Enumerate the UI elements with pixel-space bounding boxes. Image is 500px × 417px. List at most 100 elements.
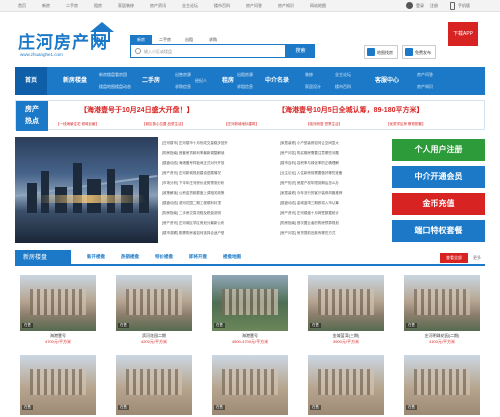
nav-sub[interactable]: 出售房源 [175, 72, 191, 78]
hot-headline[interactable]: 【海港壹号于10月24日盛大开盘！】 [80, 105, 194, 115]
top-link-wiki[interactable]: 楼市百科 [214, 3, 230, 9]
user-icon [406, 2, 413, 9]
news-item[interactable]: [楼盘动态] 海港壹号样板间正式对外开放 [162, 161, 277, 166]
news-item[interactable]: [房产问答] 房贷提前还款有哪些方式 [280, 231, 388, 236]
news-item[interactable]: [房产知识] 房屋产权年限到期后怎么办 [280, 181, 388, 186]
site-logo[interactable]: 庄河房产网 www.zhuanghe1.com [18, 22, 118, 62]
view-all-button[interactable]: 查看全部 [440, 253, 468, 263]
news-item[interactable]: [楼盘动态] 滨河花园二期工程顺利封顶 [162, 201, 277, 206]
window-pattern [30, 369, 86, 395]
mobile-link[interactable]: 手机版 [458, 3, 470, 9]
nav-sub[interactable]: 新房楼盘 [99, 72, 115, 78]
window-pattern [222, 369, 278, 395]
nav-second-hand[interactable]: 二手房 [133, 67, 169, 95]
listing-title[interactable]: 新房楼盘 [15, 250, 71, 266]
news-item[interactable]: [房产资讯] 庄河新城规划建设进展情况 [162, 171, 277, 176]
listing-tab[interactable]: 新开楼盘 [87, 254, 105, 260]
phone-icon [450, 2, 455, 10]
nav-sub[interactable]: 出租房源 [237, 72, 253, 78]
top-link-sitemap[interactable]: 网站地图 [310, 3, 326, 9]
news-item[interactable]: [楼市观察] 刚需购房者如何选择合适户型 [162, 231, 277, 236]
top-link-decor[interactable]: 家居装修 [118, 3, 134, 9]
listing-tab[interactable]: 特价楼盘 [155, 254, 173, 260]
top-link-home[interactable]: 首页 [18, 3, 26, 9]
top-link-knowledge[interactable]: 房产知识 [278, 3, 294, 9]
news-item[interactable]: [购房指南] 首套房贷款利率最新调整解读 [162, 151, 277, 156]
search-tab-new[interactable]: 新房 [130, 35, 152, 44]
news-item[interactable]: [房产问答] 购买期房需要注意哪些问题 [280, 151, 388, 156]
nav-sub[interactable]: 求租信息 [237, 84, 253, 90]
nav-sub[interactable]: 楼盘地图 [99, 84, 115, 90]
nav-sub[interactable]: 求购信息 [175, 84, 191, 90]
more-link[interactable]: 更多 [473, 255, 481, 261]
news-item[interactable]: [庄河楼市] 庄河楼市十月份成交量稳步回升 [162, 141, 277, 146]
news-item[interactable]: [购房指南] 首次置业者的购房预算规划 [280, 221, 388, 226]
listing-card[interactable]: 在售 [308, 355, 384, 415]
listing-tab[interactable]: 热销楼盘 [121, 254, 139, 260]
news-item[interactable]: [市场分析] 下半年庄河房价走势预测分析 [162, 181, 277, 186]
coin-recharge-button[interactable]: 金币充值 [392, 193, 485, 215]
listing-card[interactable]: 在售 [20, 355, 96, 415]
nav-sub[interactable]: 看房团 [115, 72, 127, 78]
login-link[interactable]: 登录 [416, 3, 424, 9]
nav-sub[interactable]: 房产问答 [417, 72, 433, 78]
nav-sub[interactable]: 楼盘动态 [115, 84, 131, 90]
banner-image[interactable] [15, 137, 158, 243]
news-item[interactable]: [家居装修] 小户型装修如何让空间显大 [280, 141, 388, 146]
news-item[interactable]: [楼盘动态] 金域蓝湾三期即将入市认筹 [280, 201, 388, 206]
map-search-button[interactable]: 地图找房 [364, 45, 398, 59]
listing-card[interactable]: 在售 [116, 355, 192, 415]
publish-button[interactable]: 免费发布 [402, 45, 436, 59]
top-link-forum[interactable]: 业主论坛 [182, 3, 198, 9]
listing-tab[interactable]: 即将开盘 [189, 254, 207, 260]
news-item[interactable]: [房产资讯] 庄河城区学区房划分最新公布 [162, 221, 277, 226]
nav-sub[interactable]: 装修 [305, 72, 313, 78]
listing-card[interactable]: 在售 庄河明珠花园(二期) 4100元/平方米 [404, 275, 480, 345]
agent-membership-button[interactable]: 中介开通会员 [392, 166, 485, 188]
search-icon [135, 48, 141, 54]
nav-sub[interactable]: 家居设计 [305, 84, 321, 90]
nav-new-homes[interactable]: 新房楼盘 [55, 67, 95, 95]
search-tab-rent[interactable]: 出租 [178, 35, 200, 44]
search-button[interactable]: 搜索 [286, 44, 315, 58]
listing-card[interactable]: 在售 海港壹号 4700元/平方米 [20, 275, 96, 345]
hot-sub-link[interactable]: 【城区核心位置 品质生活】 [142, 122, 185, 127]
listing-card[interactable]: 在售 [404, 355, 480, 415]
nav-home[interactable]: 首页 [15, 67, 47, 95]
app-download-badge[interactable]: 下载APP [448, 22, 478, 46]
nav-sub[interactable]: 业主论坛 [335, 72, 351, 78]
register-user-button[interactable]: 个人用户注册 [392, 139, 485, 161]
hot-sub-link[interactable]: 【庄河新城地标建筑】 [224, 122, 259, 127]
top-link-new[interactable]: 新房 [42, 3, 50, 9]
search-tab-buy[interactable]: 求购 [202, 35, 224, 44]
register-link[interactable]: 注册 [430, 3, 438, 9]
nav-agents[interactable]: 中介名录 [257, 67, 297, 95]
hot-sub-link[interactable]: 【一线海景住宅 倾城巨献】 [56, 122, 99, 127]
map-icon [367, 48, 375, 56]
search-input[interactable]: 输入小区或楼盘 [130, 44, 286, 58]
news-item[interactable]: [业主论坛] 入住新房前需要做好哪些准备 [280, 171, 388, 176]
news-item[interactable]: [政策解读] 公积金贷款额度上调相关政策 [162, 191, 277, 196]
listing-card[interactable]: 在售 [212, 355, 288, 415]
hot-headline[interactable]: 【海港壹号10月5日全城认筹，89-180平方米】 [278, 105, 423, 115]
nav-sub[interactable]: 楼市百科 [335, 84, 351, 90]
hot-sub-link[interactable]: 【临河而居 悦享生活】 [306, 122, 342, 127]
search-tab-second[interactable]: 二手房 [154, 35, 176, 44]
top-link-news[interactable]: 房产资讯 [150, 3, 166, 9]
listing-card[interactable]: 在售 滨河花园二期 4200元/平方米 [116, 275, 192, 345]
listing-card[interactable]: 在售 金域蓝湾(三期) 3900元/平方米 [308, 275, 384, 345]
listing-card[interactable]: 在售 海港壹号 4500-4700元/平方米 [212, 275, 288, 345]
top-link-qa[interactable]: 房产问答 [246, 3, 262, 9]
port-package-button[interactable]: 端口特权套餐 [392, 220, 485, 242]
nav-sub[interactable]: 经纪人 [195, 78, 207, 84]
nav-service[interactable]: 客服中心 [367, 67, 407, 95]
hot-sub-link[interactable]: 【优质学区房 教育配套】 [386, 122, 425, 127]
news-item[interactable]: [购房指南] 二手房交易流程及税费说明 [162, 211, 277, 216]
news-item[interactable]: [房产资讯] 庄河楼盘十月网签数据统计 [280, 211, 388, 216]
listing-tab[interactable]: 楼盘地图 [223, 254, 241, 260]
top-link-rent[interactable]: 租房 [94, 3, 102, 9]
nav-sub[interactable]: 房产知识 [417, 84, 433, 90]
news-item[interactable]: [楼市百科] 容积率与绿化率的正确理解 [280, 161, 388, 166]
top-link-second[interactable]: 二手房 [66, 3, 78, 9]
news-item[interactable]: [家居装修] 今年流行的客厅装修风格推荐 [280, 191, 388, 196]
